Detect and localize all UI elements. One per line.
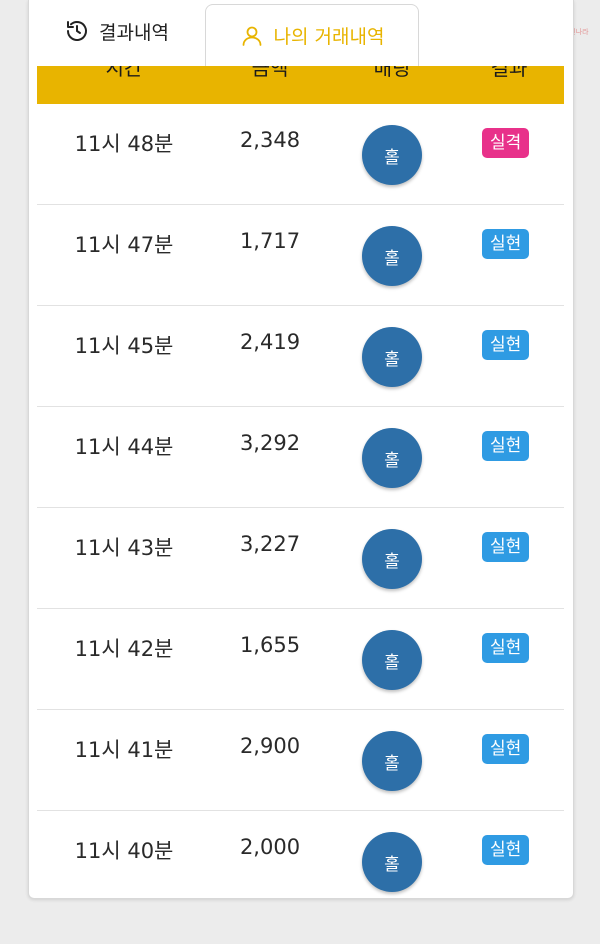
row-result-badge: 실현 [482,330,530,360]
row-time: 11시 43분 [74,536,174,560]
transaction-list: 11시 48분 2,348 홀 실격 11시 47분 1,717 홀 실현 11… [37,104,564,912]
row-time: 11시 40분 [74,839,174,863]
page: 마진 마진거래 검증커뮤니티 마진나라 결과내역 [0,0,600,944]
row-result-badge: 실현 [482,734,530,764]
row-time: 11시 41분 [74,738,174,762]
column-header-time: 시간 [105,66,143,80]
row-pick-circle: 홀 [362,327,422,387]
row-amount: 3,292 [239,431,301,455]
row-result-badge: 실격 [482,128,530,158]
column-header-pick: 배팅 [373,66,411,80]
row-time: 11시 45분 [74,334,174,358]
row-pick-circle: 홀 [362,125,422,185]
tab-results-history[interactable]: 결과내역 [29,0,205,62]
row-result-badge: 실현 [482,229,530,259]
row-pick-circle: 홀 [362,832,422,892]
user-icon [240,24,264,48]
row-pick-circle: 홀 [362,630,422,690]
table-row: 11시 45분 2,419 홀 실현 [37,306,564,407]
history-card: 결과내역 나의 거래내역 시간 금액 배팅 결과 11시 48분 2,348 홀… [28,0,574,899]
tab-results-label: 결과내역 [99,21,169,44]
row-time: 11시 48분 [74,132,174,156]
column-header-result: 결과 [490,66,528,80]
row-pick-circle: 홀 [362,731,422,791]
row-amount: 3,227 [239,532,301,556]
row-result-badge: 실현 [482,835,530,865]
column-header-amount: 금액 [251,66,289,80]
tab-my-label: 나의 거래내역 [273,26,385,48]
row-amount: 1,717 [239,229,301,253]
table-row: 11시 48분 2,348 홀 실격 [37,104,564,205]
table-row: 11시 47분 1,717 홀 실현 [37,205,564,306]
row-time: 11시 44분 [74,435,174,459]
row-pick-circle: 홀 [362,226,422,286]
row-pick-circle: 홀 [362,529,422,589]
row-result-badge: 실현 [482,633,530,663]
row-amount: 2,900 [239,734,301,758]
row-amount: 2,419 [239,330,301,354]
history-icon [65,19,89,43]
row-time: 11시 42분 [74,637,174,661]
row-time: 11시 47분 [74,233,174,257]
row-result-badge: 실현 [482,431,530,461]
row-amount: 2,348 [239,128,301,152]
row-amount: 2,000 [239,835,301,859]
row-amount: 1,655 [239,633,301,657]
tab-my-transactions[interactable]: 나의 거래내역 [205,4,419,66]
table-row: 11시 40분 2,000 홀 실현 [37,811,564,912]
tab-bar: 결과내역 나의 거래내역 [29,0,573,66]
table-header: 시간 금액 배팅 결과 [37,66,564,104]
table-row: 11시 41분 2,900 홀 실현 [37,710,564,811]
row-pick-circle: 홀 [362,428,422,488]
row-result-badge: 실현 [482,532,530,562]
table-row: 11시 42분 1,655 홀 실현 [37,609,564,710]
table-row: 11시 43분 3,227 홀 실현 [37,508,564,609]
table-row: 11시 44분 3,292 홀 실현 [37,407,564,508]
